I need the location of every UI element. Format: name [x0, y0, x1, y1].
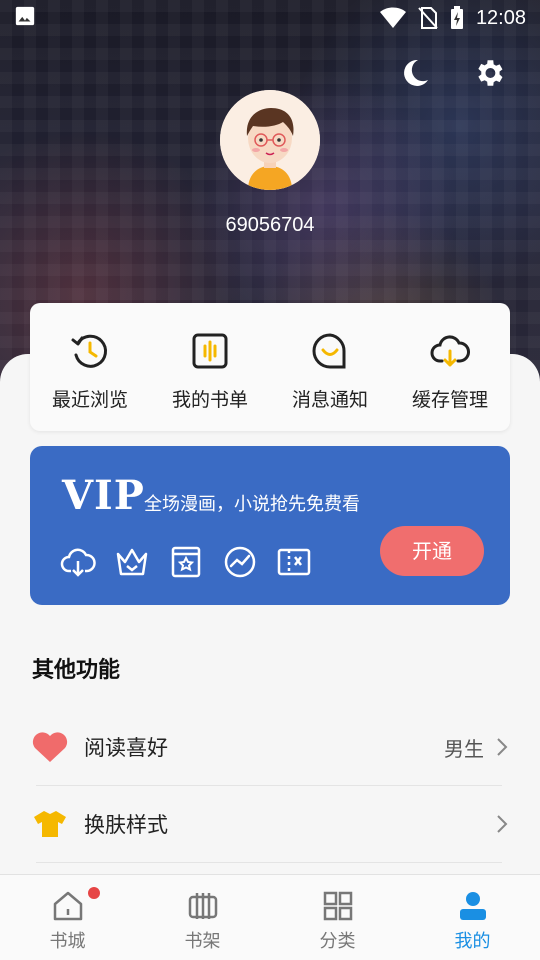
- row-label: 阅读喜好: [84, 736, 168, 760]
- quick-booklist[interactable]: 我的书单: [150, 303, 270, 431]
- no-sim-icon: [418, 7, 438, 29]
- ticket-icon: [276, 544, 312, 580]
- tshirt-icon: [30, 804, 70, 844]
- row-skin-style[interactable]: 换肤样式: [30, 786, 510, 862]
- tab-bookshelf[interactable]: 书架: [135, 875, 270, 960]
- tab-bookstore[interactable]: 书城: [0, 875, 135, 960]
- quick-messages-label: 消息通知: [291, 389, 368, 411]
- night-mode-icon[interactable]: [398, 56, 432, 90]
- heart-icon: [30, 727, 70, 767]
- vip-perks: [60, 544, 312, 580]
- vip-brand: VIP: [62, 472, 145, 519]
- row-reading-preference[interactable]: 阅读喜好 男生: [30, 709, 510, 785]
- home-icon: [53, 891, 82, 921]
- tab-label: 书架: [184, 931, 221, 952]
- battery-charging-icon: [450, 6, 463, 29]
- quick-cache[interactable]: 缓存管理: [390, 303, 510, 431]
- user-avatar[interactable]: [220, 90, 320, 190]
- wifi-icon: [379, 7, 406, 28]
- vip-open-button[interactable]: 开通: [380, 526, 484, 576]
- tab-label: 书城: [49, 931, 86, 952]
- category-icon: [323, 891, 352, 921]
- tab-category[interactable]: 分类: [270, 875, 405, 960]
- quick-cache-label: 缓存管理: [411, 389, 488, 411]
- chevron-right-icon: [497, 815, 508, 833]
- vip-banner[interactable]: VIP 全场漫画，小说抢先免费看 开通: [30, 446, 510, 605]
- divider: [36, 862, 502, 863]
- message-icon: [312, 333, 346, 369]
- speed-icon: [222, 544, 258, 580]
- clock: 12:08: [475, 6, 526, 29]
- booklist-icon: [192, 333, 228, 369]
- chevron-right-icon: [497, 738, 508, 756]
- bottom-tab-bar: 书城 书架 分类 我的: [0, 874, 540, 960]
- quick-history-label: 最近浏览: [51, 389, 128, 411]
- row-label: 换肤样式: [84, 813, 168, 837]
- settings-gear-icon[interactable]: [472, 56, 506, 90]
- tab-mine[interactable]: 我的: [405, 875, 540, 960]
- tab-label: 我的: [454, 931, 491, 952]
- image-notification-icon: [15, 6, 35, 26]
- history-icon: [71, 334, 108, 368]
- book-star-icon: [168, 544, 204, 580]
- user-id[interactable]: 69056704: [0, 214, 540, 237]
- download-icon: [60, 544, 96, 580]
- notification-dot: [88, 887, 100, 899]
- cloud-download-icon: [430, 335, 470, 367]
- quick-messages[interactable]: 消息通知: [270, 303, 390, 431]
- vip-slogan: 全场漫画，小说抢先免费看: [144, 494, 360, 515]
- crown-icon: [114, 544, 150, 580]
- bookshelf-icon: [188, 893, 217, 919]
- row-value: 男生: [444, 736, 484, 761]
- section-title-other: 其他功能: [32, 658, 121, 683]
- quick-history[interactable]: 最近浏览: [30, 303, 150, 431]
- quick-actions-card: 最近浏览 我的书单 消息通知 缓存管理: [30, 303, 510, 431]
- tab-label: 分类: [319, 931, 356, 952]
- user-icon: [459, 892, 486, 920]
- status-bar: 12:08: [0, 0, 540, 36]
- quick-booklist-label: 我的书单: [171, 389, 248, 411]
